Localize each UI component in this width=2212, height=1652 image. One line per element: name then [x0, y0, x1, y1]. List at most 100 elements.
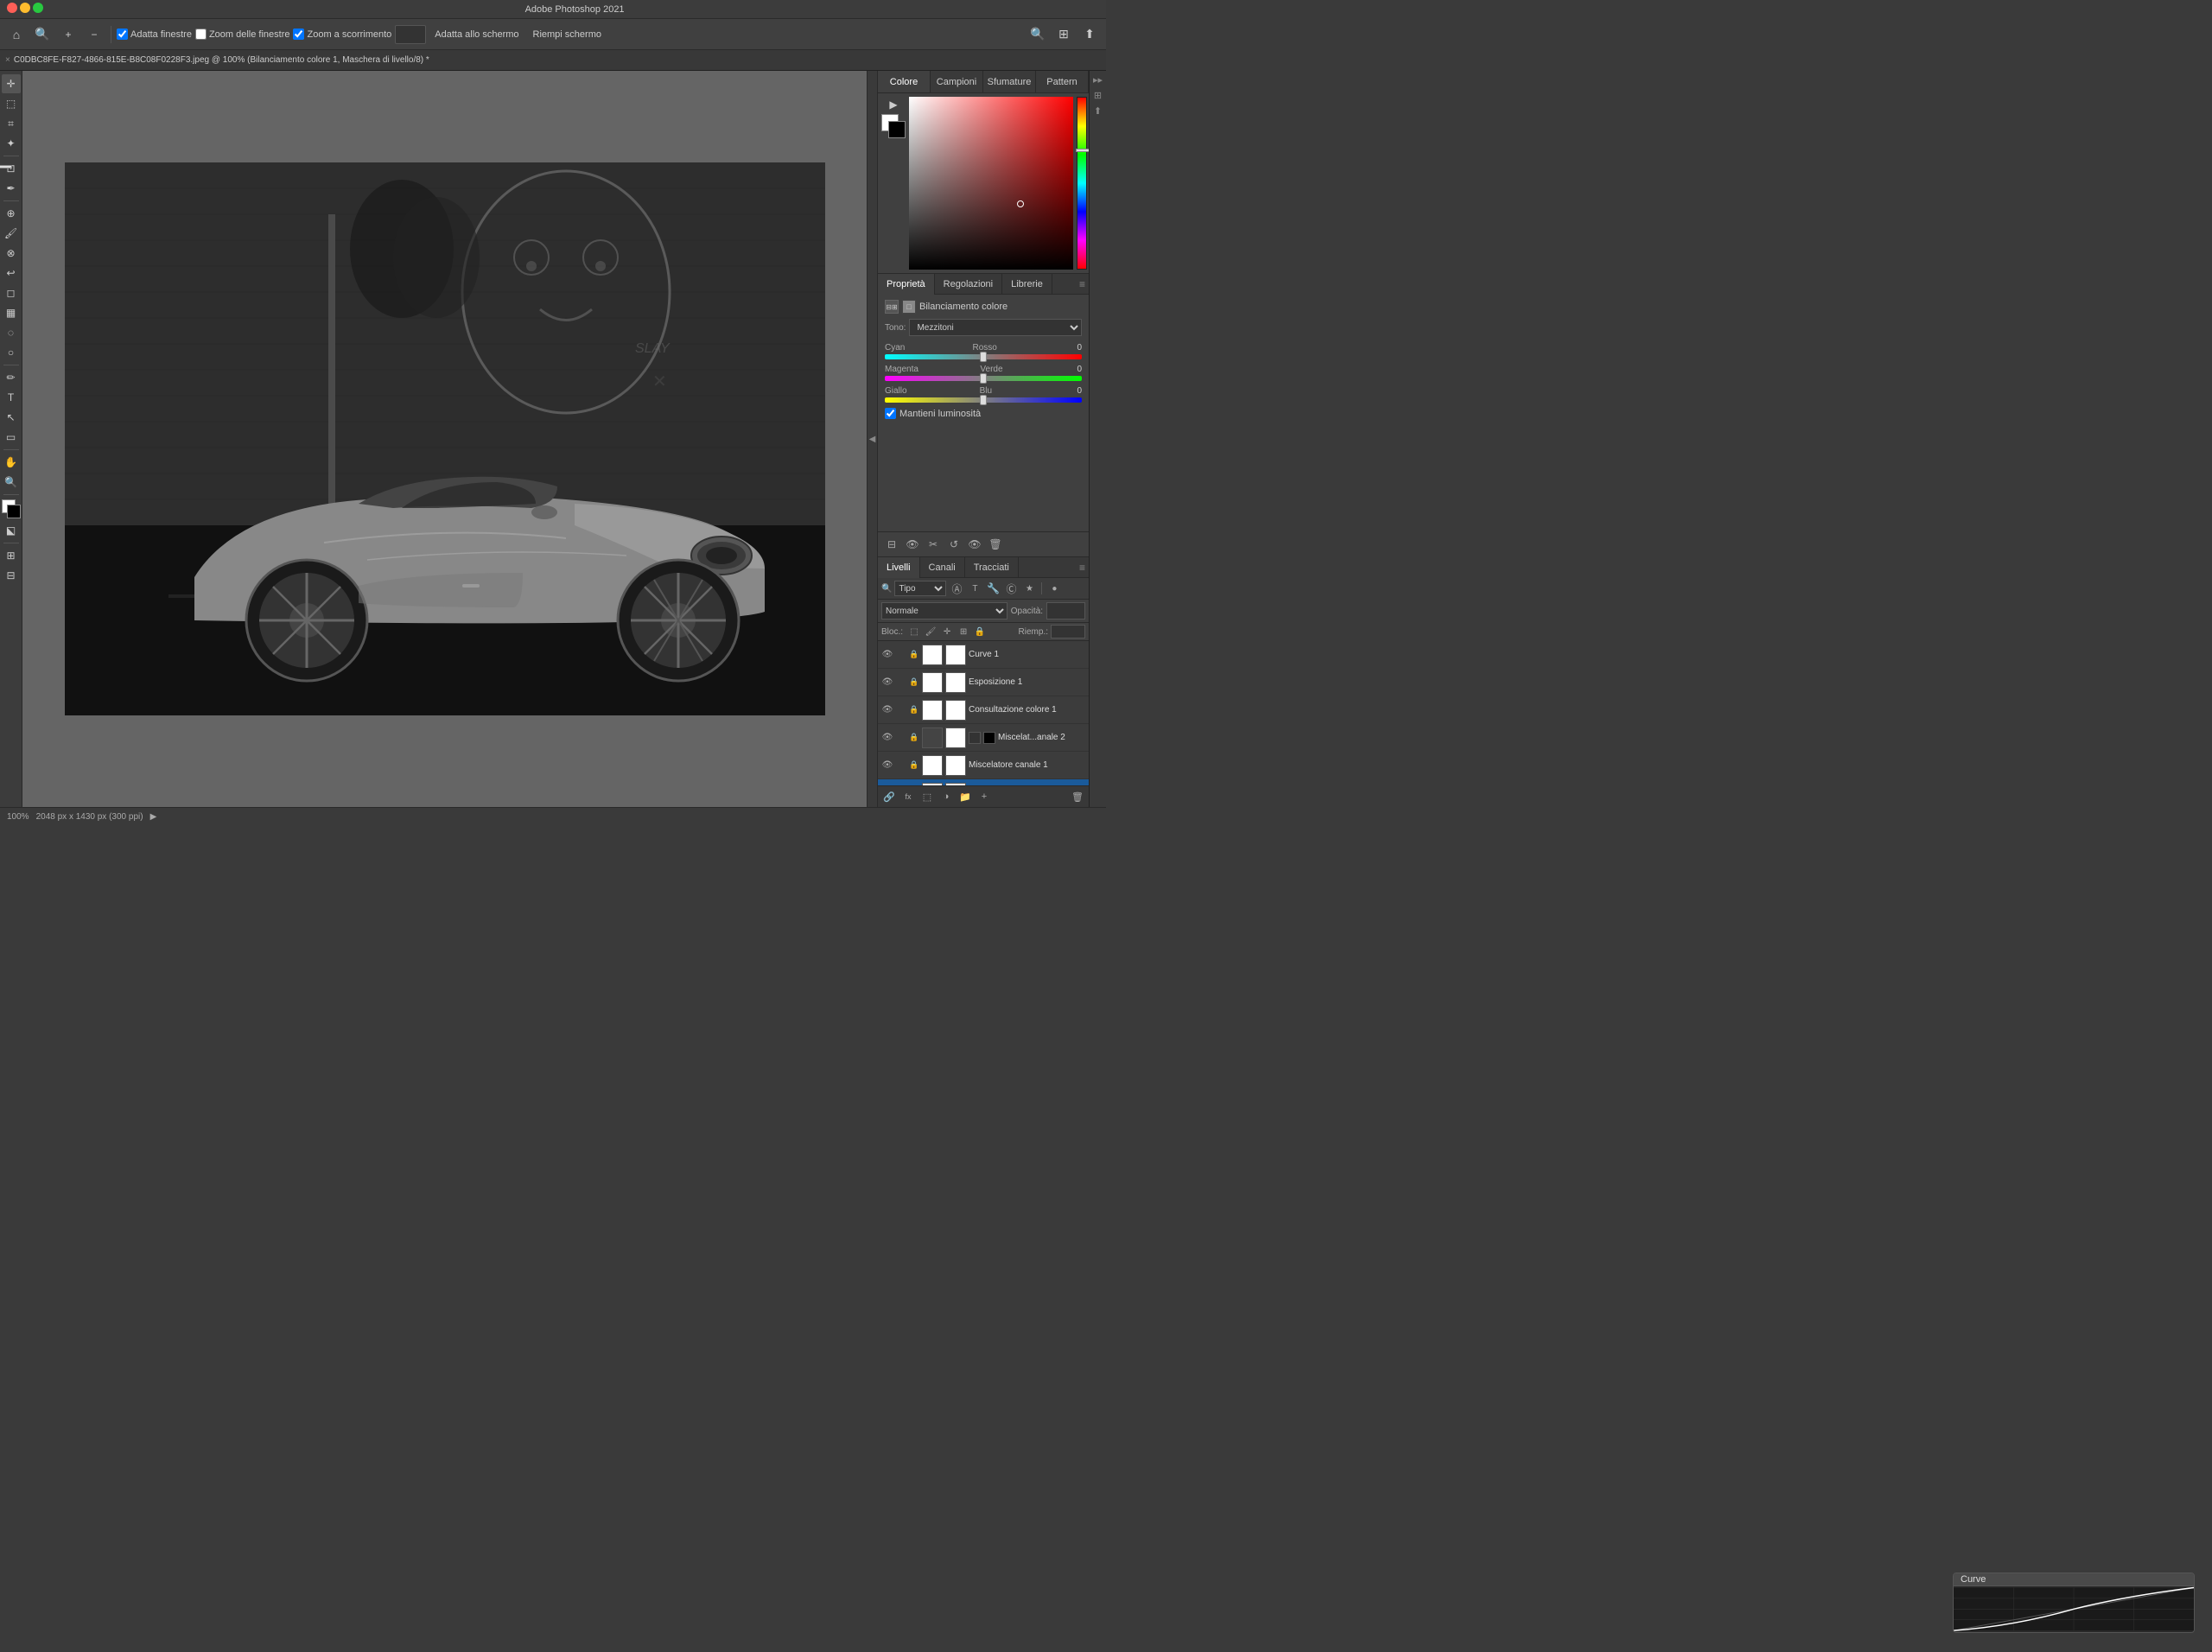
- artboard-tool[interactable]: ⊟: [2, 566, 21, 585]
- lb-new-btn[interactable]: +: [976, 789, 992, 804]
- opacity-input[interactable]: 100%: [1046, 602, 1085, 620]
- props-icon-4[interactable]: ↺: [945, 536, 963, 553]
- frame-tool[interactable]: ⊞: [2, 546, 21, 565]
- eraser-tool[interactable]: ◻: [2, 283, 21, 302]
- lt-btn-4[interactable]: Ⓒ: [1003, 581, 1019, 596]
- layer-link-exp1[interactable]: [896, 677, 906, 689]
- layer-eye-misc2[interactable]: 👁: [881, 732, 893, 744]
- props-icon-6[interactable]: 🗑: [987, 536, 1004, 553]
- layer-eye-cons1[interactable]: 👁: [881, 704, 893, 716]
- share-button[interactable]: ⬆: [1078, 24, 1101, 45]
- tab-colore[interactable]: Colore: [878, 71, 931, 92]
- layer-eye-curve1[interactable]: 👁: [881, 649, 893, 661]
- fill-input[interactable]: 100%: [1051, 625, 1085, 639]
- lt-btn-1[interactable]: Ⓐ: [949, 581, 964, 596]
- lt-btn-3[interactable]: 🔧: [985, 581, 1001, 596]
- stamp-tool[interactable]: ⊗: [2, 244, 21, 263]
- lock-all[interactable]: 🔒: [973, 625, 987, 639]
- bg-swatch[interactable]: [888, 121, 906, 138]
- lb-delete-btn[interactable]: 🗑: [1070, 789, 1085, 804]
- layers-filter-select[interactable]: Tipo: [894, 581, 946, 596]
- props-panel-close[interactable]: ≡: [1079, 278, 1085, 290]
- path-select-tool[interactable]: ↖: [2, 408, 21, 427]
- tab-canali[interactable]: Canali: [920, 557, 965, 578]
- layer-eye-misc1[interactable]: 👁: [881, 759, 893, 772]
- lt-btn-5[interactable]: ★: [1021, 581, 1037, 596]
- mini-right-btn-2[interactable]: ⊞: [1091, 88, 1105, 102]
- tab-close-icon[interactable]: ×: [5, 55, 10, 65]
- magenta-thumb[interactable]: [980, 373, 987, 384]
- maximize-button[interactable]: [33, 3, 43, 13]
- hue-bar[interactable]: [1077, 97, 1087, 270]
- layer-link-misc2[interactable]: [896, 732, 906, 744]
- lock-artboard[interactable]: ⊞: [957, 625, 970, 639]
- magic-wand-tool[interactable]: ✦: [2, 134, 21, 153]
- tab-pattern[interactable]: Pattern: [1036, 71, 1089, 92]
- props-icon-1[interactable]: ⊟: [883, 536, 900, 553]
- minimize-button[interactable]: [20, 3, 30, 13]
- lt-btn-2[interactable]: T: [967, 581, 982, 596]
- zoom-finestre-checkbox[interactable]: [195, 29, 207, 40]
- tone-select[interactable]: Mezzitoni Luci Ombre: [909, 319, 1082, 336]
- layer-link-misc1[interactable]: [896, 759, 906, 772]
- hand-tool[interactable]: ✋: [2, 453, 21, 472]
- tab-proprieta[interactable]: Proprietà: [878, 274, 935, 295]
- color-spectrum[interactable]: [909, 97, 1073, 270]
- zoom-scorrimento-label[interactable]: Zoom a scorrimento: [293, 29, 391, 40]
- lb-link-btn[interactable]: 🔗: [881, 789, 897, 804]
- background-color[interactable]: [7, 505, 21, 518]
- home-button[interactable]: ⌂: [5, 24, 28, 45]
- props-icon-5[interactable]: 👁: [966, 536, 983, 553]
- layer-item-curve1[interactable]: 👁 🔒 Curve 1: [878, 641, 1089, 669]
- adatta-finestre-checkbox[interactable]: [117, 29, 128, 40]
- yellow-thumb[interactable]: [980, 395, 987, 405]
- collapse-panel-button[interactable]: ◀: [867, 71, 877, 807]
- search-button[interactable]: 🔍: [1027, 24, 1049, 45]
- select-tool[interactable]: ⬚: [2, 94, 21, 113]
- zoom-finestre-label[interactable]: Zoom delle finestre: [195, 29, 290, 40]
- arrange-button[interactable]: ⊞: [1052, 24, 1075, 45]
- eyedropper-tool[interactable]: ✒: [2, 179, 21, 198]
- quick-mask-tool[interactable]: ⬕: [2, 521, 21, 540]
- lock-move[interactable]: ✛: [940, 625, 954, 639]
- tab-regolazioni[interactable]: Regolazioni: [935, 274, 1002, 295]
- color-panel-arrow[interactable]: ▶: [889, 98, 897, 111]
- layer-item-cons1[interactable]: 👁 🔒 Consultazione colore 1: [878, 696, 1089, 724]
- yellow-track[interactable]: [885, 397, 1082, 403]
- cyan-track[interactable]: [885, 354, 1082, 359]
- adatta-finestre-label[interactable]: Adatta finestre: [117, 29, 192, 40]
- lb-fx-btn[interactable]: fx: [900, 789, 916, 804]
- layers-panel-close[interactable]: ≡: [1079, 562, 1085, 574]
- tab-livelli[interactable]: Livelli: [878, 557, 920, 578]
- layer-link-curve1[interactable]: [896, 649, 906, 661]
- tab-campioni[interactable]: Campioni: [931, 71, 983, 92]
- move-tool[interactable]: ✛: [2, 74, 21, 93]
- gradient-tool[interactable]: ▦: [2, 303, 21, 322]
- lt-toggle-filter[interactable]: ●: [1046, 581, 1062, 596]
- lock-transparency[interactable]: ⬚: [907, 625, 921, 639]
- brush-tool[interactable]: 🖌: [2, 224, 21, 243]
- type-tool[interactable]: T: [2, 388, 21, 407]
- status-arrow[interactable]: ▶: [150, 812, 157, 822]
- cyan-thumb[interactable]: [980, 352, 987, 362]
- layer-item-misc2[interactable]: 👁 🔒 Miscelat...anale 2: [878, 724, 1089, 752]
- close-button[interactable]: [7, 3, 17, 13]
- zoom-scorrimento-checkbox[interactable]: [293, 29, 304, 40]
- healing-tool[interactable]: ⊕: [2, 204, 21, 223]
- zoom-in-button[interactable]: +: [57, 24, 79, 45]
- props-icon-2[interactable]: 👁: [904, 536, 921, 553]
- layer-item-misc1[interactable]: 👁 🔒 Miscelatore canale 1: [878, 752, 1089, 779]
- tab-librerie[interactable]: Librerie: [1002, 274, 1052, 295]
- shape-tool[interactable]: ▭: [2, 428, 21, 447]
- props-icon-3[interactable]: ✂: [925, 536, 942, 553]
- mode-select[interactable]: Normale: [881, 602, 1007, 620]
- zoom-tool[interactable]: 🔍: [2, 473, 21, 492]
- tab-tracciati[interactable]: Tracciati: [965, 557, 1019, 578]
- history-brush-tool[interactable]: ↩: [2, 264, 21, 283]
- mini-right-btn-1[interactable]: ▸▸: [1091, 73, 1105, 86]
- layer-link-cons1[interactable]: [896, 704, 906, 716]
- pen-tool[interactable]: ✏: [2, 368, 21, 387]
- layer-item-exp1[interactable]: 👁 🔒 Esposizione 1: [878, 669, 1089, 696]
- blur-tool[interactable]: ◌: [2, 323, 21, 342]
- lock-paint[interactable]: 🖌: [924, 625, 938, 639]
